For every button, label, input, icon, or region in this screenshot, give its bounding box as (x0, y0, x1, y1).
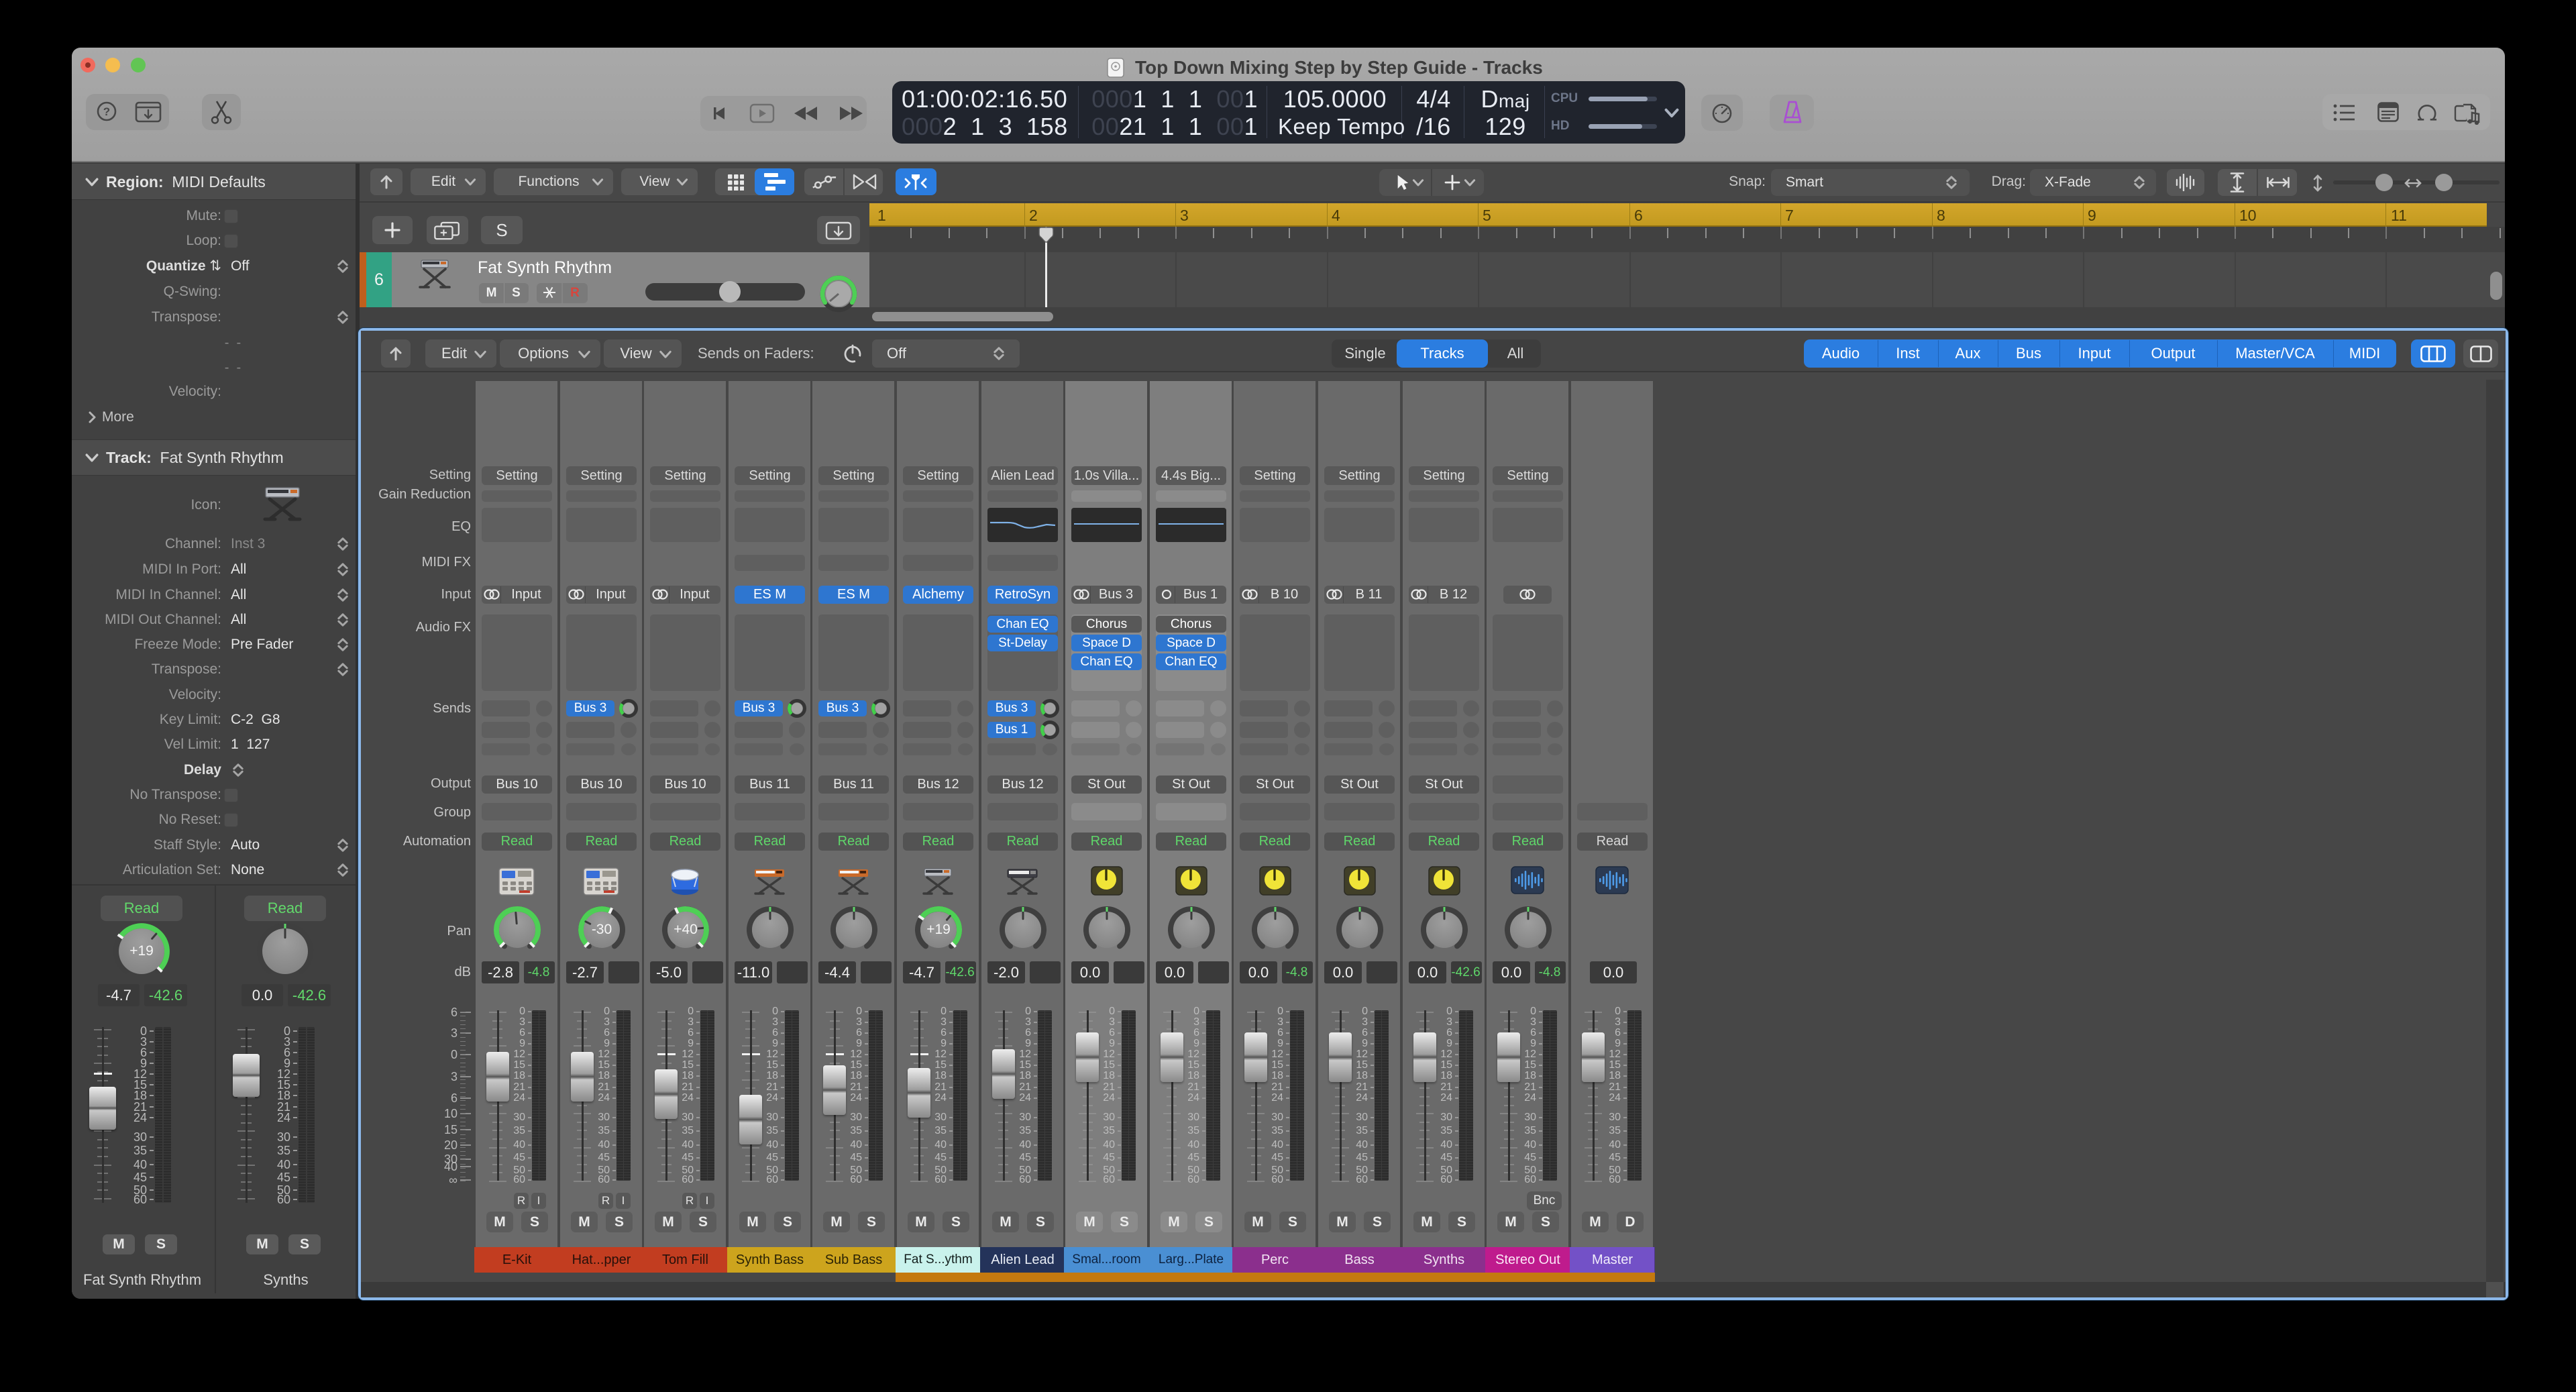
svg-text:?: ? (103, 105, 110, 118)
